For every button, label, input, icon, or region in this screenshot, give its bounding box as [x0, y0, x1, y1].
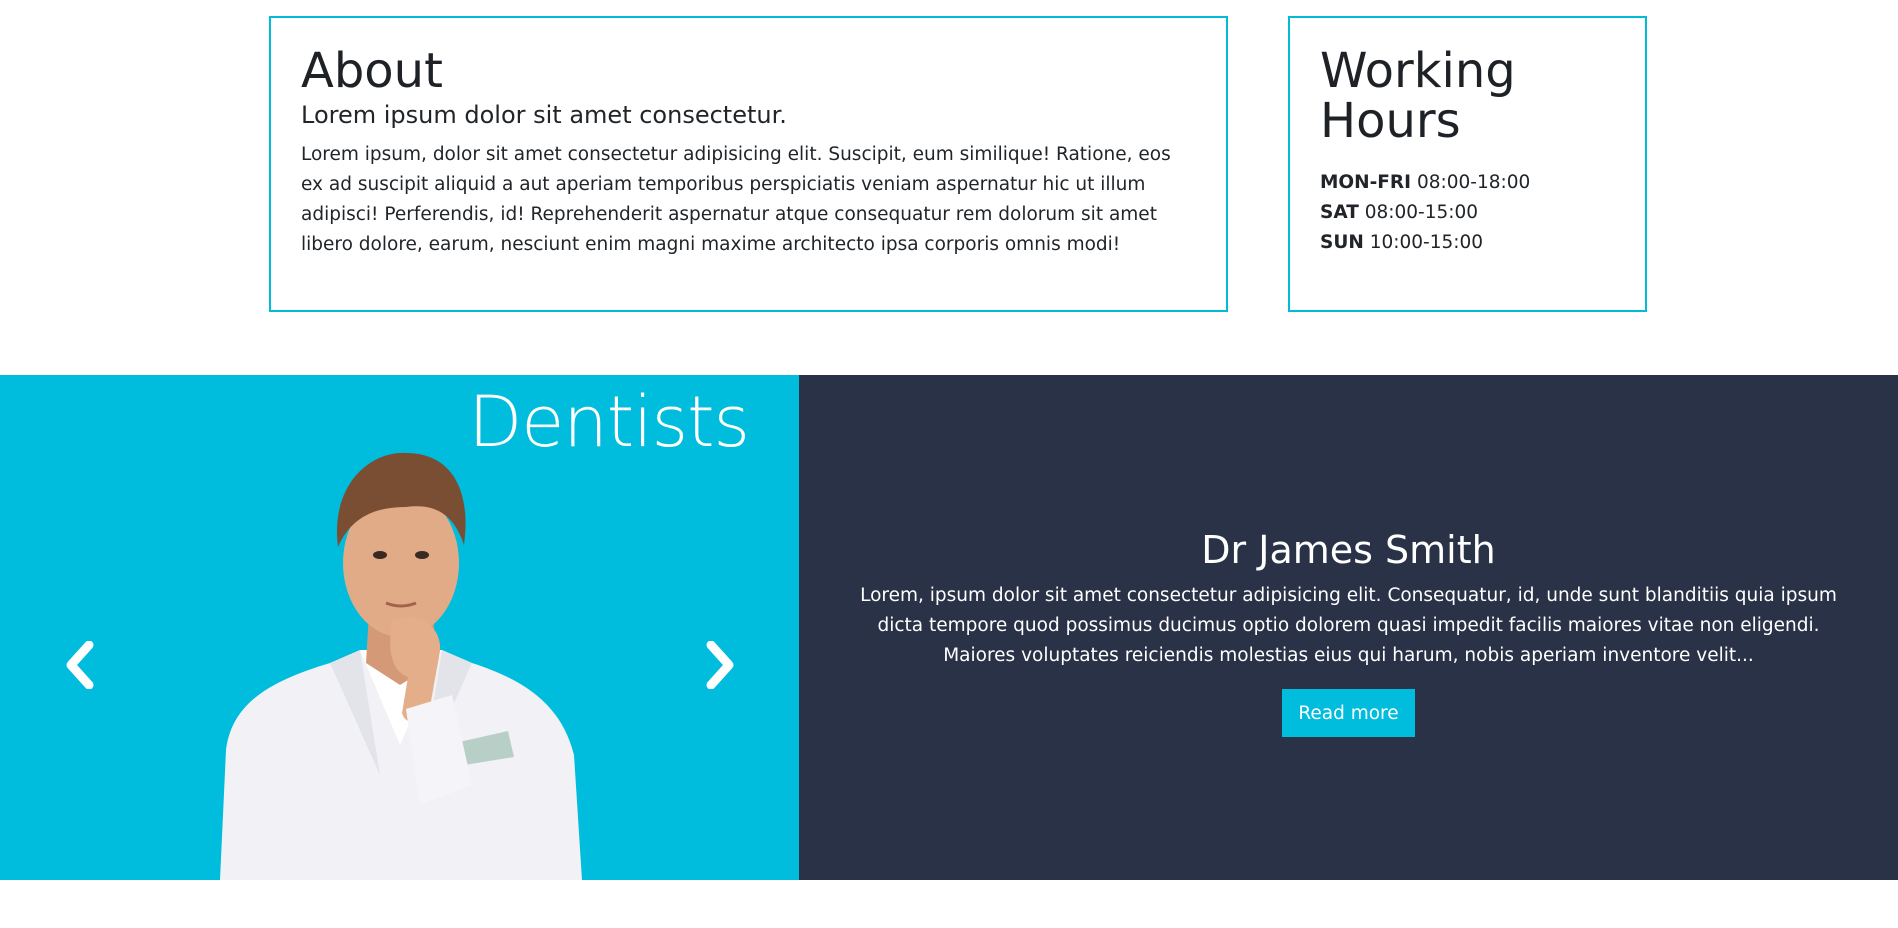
dentist-name: Dr James Smith	[1201, 528, 1496, 572]
hours-item: SAT 08:00-15:00	[1320, 198, 1615, 228]
read-more-button[interactable]: Read more	[1282, 689, 1415, 737]
hours-time: 08:00-18:00	[1416, 172, 1531, 193]
carousel-next-button[interactable]	[690, 635, 750, 695]
about-subtitle: Lorem ipsum dolor sit amet consectetur.	[301, 101, 787, 129]
hours-time: 08:00-15:00	[1364, 202, 1479, 223]
working-hours-card: Working Hours MON-FRI 08:00-18:00 SAT 08…	[1288, 16, 1647, 312]
hours-day: SUN	[1320, 232, 1364, 253]
hours-list: MON-FRI 08:00-18:00 SAT 08:00-15:00 SUN …	[1320, 168, 1615, 258]
hours-item: SUN 10:00-15:00	[1320, 228, 1615, 258]
about-title: About	[301, 43, 443, 99]
hours-day: MON-FRI	[1320, 172, 1412, 193]
carousel-prev-button[interactable]	[50, 635, 110, 695]
chevron-right-icon	[706, 641, 734, 689]
hours-day: SAT	[1320, 202, 1359, 223]
dentists-section: Dentists Dr James Smith Lorem, ipsum dol…	[0, 375, 1898, 880]
about-card: About Lorem ipsum dolor sit amet consect…	[269, 16, 1228, 312]
dentist-photo	[220, 452, 582, 880]
hours-time: 10:00-15:00	[1369, 232, 1484, 253]
about-body: Lorem ipsum, dolor sit amet consectetur …	[301, 144, 1171, 255]
dentists-carousel: Dentists	[0, 375, 799, 880]
working-hours-title: Working Hours	[1320, 43, 1516, 149]
dentist-profile-panel: Dr James Smith Lorem, ipsum dolor sit am…	[799, 375, 1898, 880]
hours-item: MON-FRI 08:00-18:00	[1320, 168, 1615, 198]
dentist-bio: Lorem, ipsum dolor sit amet consectetur …	[860, 585, 1837, 666]
chevron-left-icon	[66, 641, 94, 689]
